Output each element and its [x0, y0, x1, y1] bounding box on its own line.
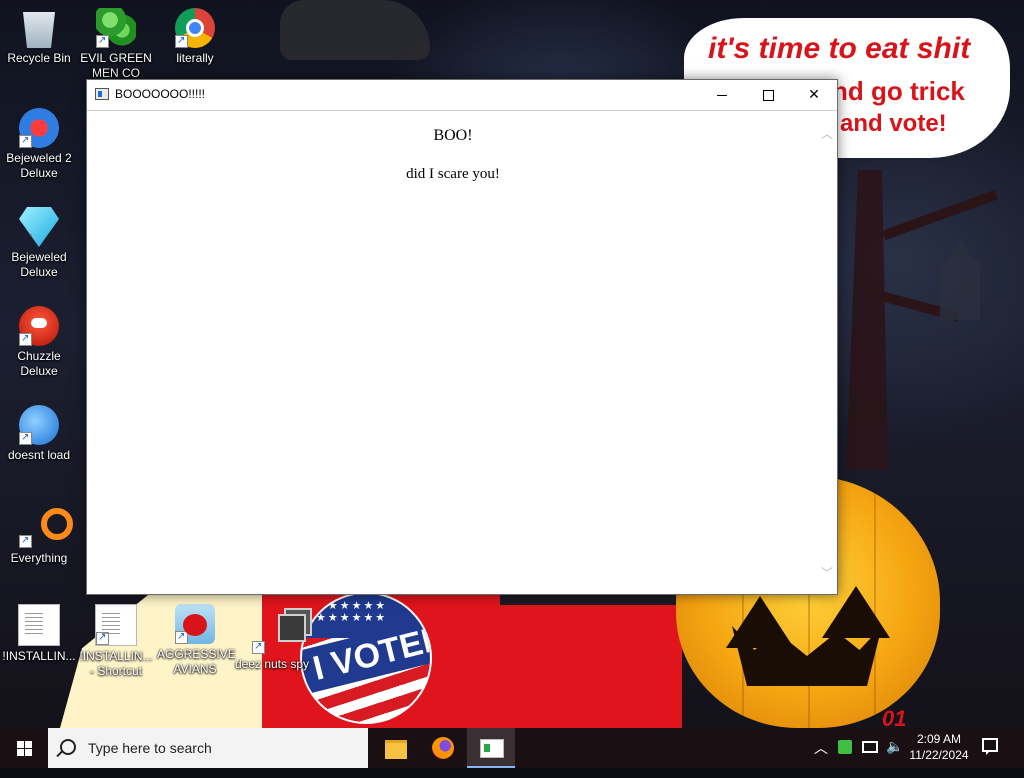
desktop-icon-recycle-bin[interactable]: Recycle Bin — [1, 8, 77, 66]
window-title: BOOOOOOO!!!!! — [115, 87, 206, 101]
speech-bubble-line: nd go trick — [832, 76, 965, 106]
bejeweled-2-icon — [19, 108, 59, 148]
show-hidden-icons-chevron-icon[interactable]: ︿ — [814, 738, 832, 778]
shortcut-arrow-icon — [96, 630, 109, 645]
desktop-icon-label: AGGRESSIVE AVIANS — [157, 647, 236, 676]
stacked-windows-icon — [252, 614, 306, 654]
firefox-icon — [432, 737, 454, 759]
desktop-icon-label: EVIL GREEN MEN CO — [80, 51, 152, 78]
boo-heading: BOO! — [433, 127, 473, 144]
window-content: BOO! did I scare you! ︿ ﹀ — [87, 111, 837, 594]
dead-tree-shape — [846, 170, 888, 470]
desktop-icon-label: Recycle Bin — [7, 51, 71, 65]
shortcut-arrow-icon — [19, 533, 32, 548]
shortcut-arrow-icon — [96, 33, 109, 48]
desktop-icon-everything[interactable]: Everything — [1, 504, 77, 566]
folder-icon — [385, 740, 407, 759]
desktop-icon-label: Chuzzle Deluxe — [17, 349, 61, 378]
window-titlebar[interactable]: BOOOOOOO!!!!! ✕ — [87, 80, 837, 111]
scroll-down-arrow-icon[interactable]: ﹀ — [819, 564, 835, 580]
shortcut-arrow-icon — [19, 133, 32, 148]
desktop-icon-installing[interactable]: !INSTALLIN... — [1, 604, 77, 664]
castle-tower-shape — [940, 238, 980, 320]
tray-app-icon[interactable] — [838, 740, 852, 754]
desktop-icon-label: deez nuts spy — [234, 657, 310, 671]
witch-hat-shape — [280, 0, 430, 60]
shortcut-arrow-icon — [19, 331, 32, 346]
desktop-icon-literally[interactable]: literally — [157, 8, 233, 78]
volume-icon[interactable]: 🔈 — [886, 738, 903, 778]
thunderbird-icon — [19, 405, 59, 445]
desktop-icon-deez-nuts-spy[interactable]: deez nuts spy — [234, 604, 310, 672]
app-window-icon — [480, 739, 504, 758]
start-button[interactable] — [0, 728, 48, 768]
shortcut-arrow-icon — [175, 629, 188, 644]
tree-branch — [881, 189, 999, 241]
taskbar: Type here to search ︿ 🔈 2:09 AM 11/22/20… — [0, 728, 1024, 768]
desktop-icon-label: !INSTALLIN... — [2, 649, 76, 663]
desktop-icon-bejeweled[interactable]: Bejeweled Deluxe — [1, 207, 77, 280]
green-men-icon — [96, 8, 136, 48]
search-icon — [60, 739, 76, 755]
desktop-icon-label: doesnt load — [7, 448, 71, 462]
notifications-icon[interactable] — [982, 738, 998, 755]
i-voted-sticker: ★★★★★★ ★★★★★★ I VOTED — [300, 592, 432, 724]
close-icon: ✕ — [808, 87, 820, 103]
desktop-icon-aggressive-avians[interactable]: AGGRESSIVE AVIANS — [157, 604, 236, 677]
windows-logo-icon — [17, 741, 32, 756]
taskbar-clock[interactable]: 2:09 AM 11/22/2024 — [906, 731, 972, 763]
desktop-icon-doesnt-load[interactable]: doesnt load — [1, 405, 77, 463]
taskbar-search-box[interactable]: Type here to search — [48, 728, 368, 768]
desktop-icon-evil-green-men[interactable]: EVIL GREEN MEN CO — [78, 8, 154, 78]
text-document-icon — [95, 604, 137, 646]
speech-bubble-line: and vote! — [840, 110, 947, 137]
shortcut-arrow-icon — [175, 33, 188, 48]
clock-time: 2:09 AM — [916, 732, 962, 746]
shortcut-arrow-icon — [19, 232, 32, 247]
chuzzle-icon — [19, 306, 59, 346]
wallpaper-number: 01 — [882, 706, 907, 728]
angry-bird-icon — [175, 604, 215, 644]
search-placeholder: Type here to search — [88, 740, 212, 756]
scare-message: did I scare you! — [406, 166, 500, 182]
desktop-icon-bejeweled-2[interactable]: Bejeweled 2 Deluxe — [1, 108, 77, 181]
shortcut-arrow-icon — [252, 639, 265, 654]
desktop-icon-label: Bejeweled Deluxe — [11, 250, 67, 279]
dark-band — [500, 595, 680, 605]
scroll-up-arrow-icon[interactable]: ︿ — [819, 125, 835, 141]
boo-window[interactable]: BOOOOOOO!!!!! ✕ BOO! did I scare you! ︿ … — [86, 79, 838, 595]
sticker-stars: ★★★★★★ ★★★★★★ — [316, 599, 388, 624]
speech-bubble-line: it's time to eat shit — [708, 32, 971, 65]
window-app-icon — [95, 88, 109, 100]
chrome-icon — [175, 8, 215, 48]
maximize-icon — [762, 89, 774, 101]
minimize-icon — [717, 94, 727, 96]
bejeweled-icon — [19, 207, 59, 247]
desktop-icon-label: !INSTALLIN... - Shortcut — [79, 649, 153, 678]
close-button[interactable]: ✕ — [791, 80, 837, 110]
desktop-icon-chuzzle[interactable]: Chuzzle Deluxe — [1, 306, 77, 379]
taskbar-file-explorer[interactable] — [371, 728, 419, 768]
desktop-icon-label: literally — [176, 51, 214, 65]
taskbar-firefox[interactable] — [419, 728, 467, 768]
desktop-icon-installing-shortcut[interactable]: !INSTALLIN... - Shortcut — [78, 604, 154, 679]
everything-icon — [19, 508, 73, 548]
maximize-button[interactable] — [745, 80, 791, 110]
clock-date: 11/22/2024 — [909, 748, 969, 762]
shortcut-arrow-icon — [19, 430, 32, 445]
desktop-icon-label: Bejeweled 2 Deluxe — [6, 151, 72, 180]
desktop-icon-label: Everything — [10, 551, 68, 565]
minimize-button[interactable] — [699, 80, 745, 110]
text-document-icon — [18, 604, 60, 646]
network-icon[interactable] — [862, 741, 878, 753]
taskbar-boo-window[interactable] — [467, 728, 515, 768]
recycle-bin-icon — [23, 12, 55, 48]
